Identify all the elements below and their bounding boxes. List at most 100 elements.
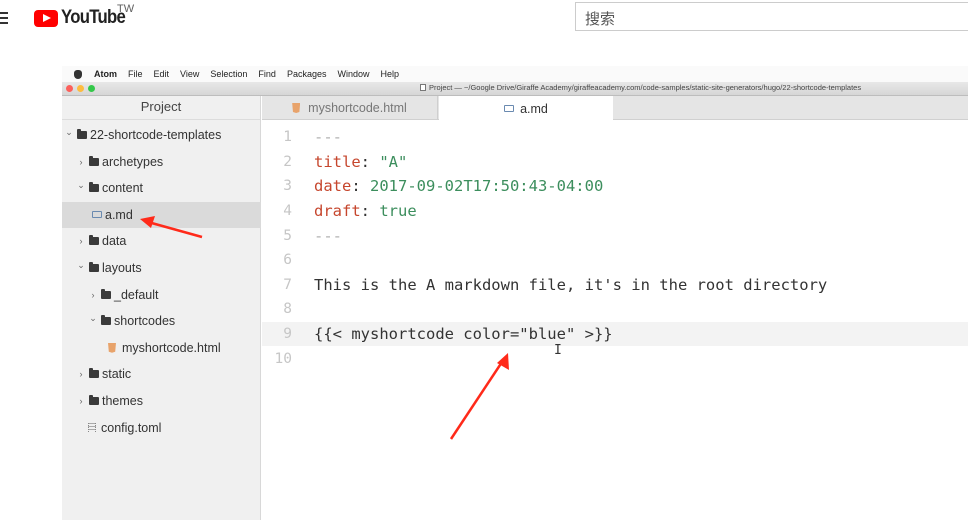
- code-text: {{< myshortcode color="blue" >}}: [314, 325, 613, 343]
- tab-label: a.md: [520, 101, 548, 116]
- tree-item-label: data: [102, 234, 127, 249]
- tree-item[interactable]: › _default: [62, 282, 261, 308]
- menu-edit: Edit: [153, 69, 170, 79]
- folder-icon: [89, 235, 99, 246]
- menu-selection: Selection: [210, 69, 248, 79]
- tree-item[interactable]: ⌄ layouts: [62, 255, 261, 281]
- menu-file: File: [128, 69, 143, 79]
- folder-icon: [101, 288, 111, 299]
- code-line[interactable]: 2 title: "A": [262, 150, 968, 175]
- apple-icon: [74, 69, 82, 79]
- chevron-down-icon: ⌄: [89, 312, 97, 323]
- tree-item[interactable]: › data: [62, 228, 261, 254]
- code-token: true: [379, 202, 417, 221]
- folder-icon: [89, 182, 99, 193]
- line-number: 1: [283, 129, 292, 146]
- code-line[interactable]: 9 {{< myshortcode color="blue" >}}: [262, 321, 968, 347]
- chevron-right-icon: ›: [91, 289, 95, 300]
- document-icon: [420, 84, 426, 91]
- folder-icon: [89, 368, 99, 379]
- markdown-file-icon: [504, 105, 515, 112]
- tree-item-label: shortcodes: [114, 314, 176, 329]
- window-title: Project — ~/Google Drive/Giraffe Academy…: [420, 83, 861, 92]
- chevron-right-icon: ›: [79, 369, 83, 380]
- code-text: This is the A markdown file, it's in the…: [314, 276, 827, 294]
- code-token: {{< myshortcode color="blue" >}}: [314, 325, 613, 344]
- folder-icon: [89, 155, 99, 166]
- chevron-down-icon: ⌄: [77, 179, 85, 190]
- search-placeholder: 搜索: [585, 10, 616, 28]
- tree-header: Project: [62, 96, 260, 120]
- code-line[interactable]: 1 ---: [262, 125, 968, 150]
- code-line[interactable]: 8: [262, 297, 968, 322]
- menu-atom: Atom: [94, 69, 117, 79]
- code-text: title: "A": [314, 153, 407, 171]
- project-tree: Project ⌄ 22-shortcode-templates › archetyp…: [62, 96, 261, 520]
- code-token: ---: [314, 128, 342, 147]
- menu-window: Window: [337, 69, 370, 79]
- search-input[interactable]: 搜索: [575, 2, 968, 31]
- menu-help: Help: [380, 69, 399, 79]
- window-controls: [66, 85, 99, 92]
- code-text: ---: [314, 128, 342, 146]
- html-file-icon: [108, 342, 116, 353]
- tree-item[interactable]: › themes: [62, 388, 261, 414]
- folder-icon: [101, 315, 111, 326]
- tree-item-label: config.toml: [101, 420, 162, 435]
- code-line[interactable]: 10: [262, 346, 968, 371]
- code-line[interactable]: 5 ---: [262, 223, 968, 248]
- html-file-icon: [292, 103, 301, 113]
- tree-item[interactable]: ⌄ 22-shortcode-templates: [62, 122, 261, 148]
- code-editor: 1 --- 2 title: "A" 3 date: 2017-09-02T17:50:4…: [262, 121, 968, 520]
- line-number: 7: [283, 276, 292, 293]
- line-number: 3: [283, 178, 292, 195]
- code-line[interactable]: 7 This is the A markdown file, it's in th…: [262, 273, 968, 298]
- youtube-header: YouTube TW 搜索: [0, 0, 968, 44]
- tree-item[interactable]: myshortcode.html: [62, 335, 261, 361]
- code-token: ---: [314, 226, 342, 245]
- code-token: This is the A markdown file, it's in the…: [314, 275, 828, 294]
- code-text: date: 2017-09-02T17:50:43-04:00: [314, 177, 603, 195]
- tree-item-label: a.md: [105, 207, 133, 222]
- tree-item[interactable]: a.md: [62, 201, 261, 228]
- menu-view: View: [180, 69, 200, 79]
- line-number: 2: [283, 153, 292, 170]
- line-number: 9: [283, 326, 292, 343]
- mac-menubar: Atom File Edit View Selection Find Packa…: [62, 66, 968, 82]
- markdown-file-icon: [92, 211, 102, 219]
- code-token: :: [351, 177, 370, 196]
- chevron-right-icon: ›: [79, 236, 83, 247]
- close-icon: [66, 85, 73, 92]
- code-line[interactable]: 6: [262, 248, 968, 273]
- text-cursor-icon: I: [554, 343, 562, 358]
- tree-item[interactable]: ⌄ shortcodes: [62, 308, 261, 334]
- tab-a-md: a.md: [439, 96, 613, 121]
- folder-icon: [89, 395, 99, 405]
- folder-icon: [89, 262, 99, 272]
- tree-item-label: static: [102, 367, 132, 382]
- tree-item[interactable]: config.toml: [62, 415, 261, 441]
- window-title-text: Project — ~/Google Drive/Giraffe Academy…: [429, 83, 862, 92]
- region-code: TW: [117, 3, 135, 15]
- menu-find: Find: [258, 69, 276, 79]
- code-line[interactable]: 3 date: 2017-09-02T17:50:43-04:00: [262, 174, 968, 199]
- menu-icon[interactable]: [0, 12, 10, 26]
- tree-item[interactable]: › static: [62, 361, 261, 387]
- tree-item-label: _default: [114, 287, 159, 302]
- video-player[interactable]: Atom File Edit View Selection Find Packa…: [62, 44, 968, 520]
- code-text: ---: [314, 227, 342, 245]
- line-number: 4: [283, 203, 292, 220]
- chevron-down-icon: ⌄: [65, 126, 73, 137]
- tree-item-label: layouts: [102, 261, 142, 275]
- code-line[interactable]: 4 draft: true: [262, 199, 968, 224]
- tree-item-label: archetypes: [102, 154, 164, 169]
- tree-item[interactable]: ⌄ content: [62, 175, 261, 201]
- minimize-icon: [77, 85, 84, 92]
- code-token: 2017-09-02T17:50:43-04:00: [370, 177, 604, 196]
- menu-packages: Packages: [286, 69, 327, 79]
- code-token: :: [360, 152, 380, 171]
- tab-bar: myshortcode.html a.md: [262, 96, 968, 121]
- tree-item-label: 22-shortcode-templates: [90, 128, 222, 142]
- folder-icon: [77, 129, 87, 139]
- tree-item[interactable]: › archetypes: [62, 149, 261, 175]
